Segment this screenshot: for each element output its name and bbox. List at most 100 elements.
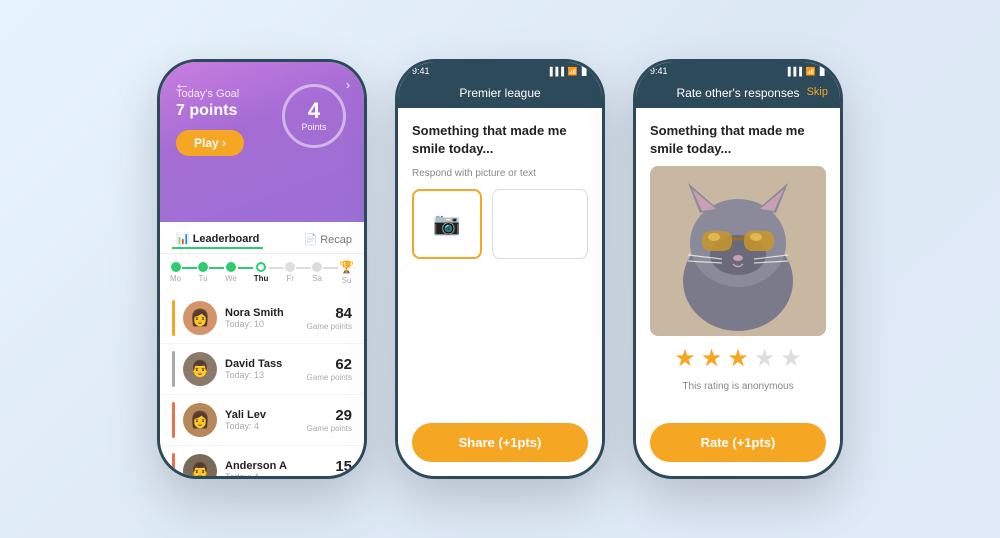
back-arrow-icon[interactable]: ←: [174, 76, 190, 94]
user-today-1: Today: 10: [225, 319, 299, 329]
streak-line-5: [296, 267, 311, 269]
cat-image: [650, 166, 826, 336]
battery-icon-3: ▊: [820, 67, 826, 76]
rate-button[interactable]: Rate (+1pts): [650, 423, 826, 462]
user-score-3: 29 Game points: [307, 407, 352, 433]
avatar-4: 👨: [183, 454, 217, 479]
star-1[interactable]: ★: [674, 344, 696, 373]
camera-icon: 📷: [433, 211, 460, 237]
user-today-3: Today: 4: [225, 421, 299, 431]
table-row: 👨 David Tass Today: 13 62 Game points: [160, 344, 364, 395]
star-5[interactable]: ★: [780, 344, 802, 373]
star-3[interactable]: ★: [727, 344, 749, 373]
phone-1: ← › Today's Goal 7 points Play › 4 Point…: [157, 59, 367, 479]
streak-day-su: 🏆 Su: [339, 260, 354, 285]
tab-recap[interactable]: 📄 Recap: [304, 233, 353, 246]
score-label-4: Game points: [307, 475, 352, 479]
streak-day-tu: Tu: [198, 262, 208, 283]
user-score-1: 84 Game points: [307, 305, 352, 331]
streak-line-1: [182, 267, 197, 269]
phone2-input-area: 📷: [412, 189, 588, 259]
play-button[interactable]: Play ›: [176, 130, 244, 156]
streak-day-fr: Fr: [285, 262, 295, 283]
rank-bar-3: [172, 402, 175, 438]
streak-day-thu: Thu: [254, 262, 269, 283]
score-label-2: Game points: [307, 373, 352, 382]
user-info-2: David Tass Today: 13: [225, 358, 299, 380]
wifi-icon-3: 📶: [806, 67, 816, 76]
star-rating[interactable]: ★ ★ ★ ★ ★: [650, 344, 826, 373]
phone3-nav: Rate other's responses Skip: [636, 80, 840, 108]
streak-line-3: [238, 267, 253, 269]
rank-bar-4: [172, 453, 175, 479]
status-icons-2: ▐▐▐ 📶 ▊: [547, 67, 588, 76]
phone2-sub-label: Respond with picture or text: [412, 168, 588, 179]
table-row: 👩 Yali Lev Today: 4 29 Game points: [160, 395, 364, 446]
avatar-1: 👩: [183, 301, 217, 335]
camera-button[interactable]: 📷: [412, 189, 482, 259]
star-4[interactable]: ★: [754, 344, 776, 373]
signal-icon: ▐▐▐: [547, 67, 564, 76]
score-number-4: 15: [307, 458, 352, 475]
status-bar-3: 9:41 ▐▐▐ 📶 ▊: [636, 62, 840, 80]
points-circle: 4 Points: [282, 84, 346, 148]
streak-line-6: [323, 267, 338, 269]
phone-2: 9:41 ▐▐▐ 📶 ▊ Premier league Something th…: [395, 59, 605, 479]
avatar-2: 👨: [183, 352, 217, 386]
streak-line-2: [209, 267, 224, 269]
user-today-4: Today: 4: [225, 472, 299, 479]
leaderboard-list: 👩 Nora Smith Today: 10 84 Game points 👨 …: [160, 289, 364, 479]
status-bar-2: 9:41 ▐▐▐ 📶 ▊: [398, 62, 602, 80]
leaderboard-icon: 📊: [176, 232, 190, 245]
signal-icon-3: ▐▐▐: [785, 67, 802, 76]
text-input[interactable]: [492, 189, 588, 259]
points-number: 4: [308, 100, 320, 122]
cat-svg: [658, 171, 818, 331]
wifi-icon: 📶: [568, 67, 578, 76]
score-number-1: 84: [307, 305, 352, 322]
skip-button[interactable]: Skip: [807, 86, 828, 98]
battery-icon: ▊: [582, 67, 588, 76]
score-label-3: Game points: [307, 424, 352, 433]
recap-tab-label: Recap: [320, 234, 352, 246]
status-time-3: 9:41: [650, 66, 668, 76]
streak-line-4: [269, 267, 284, 269]
avatar-3: 👩: [183, 403, 217, 437]
status-time-2: 9:41: [412, 66, 430, 76]
phone2-nav: Premier league: [398, 80, 602, 108]
user-info-3: Yali Lev Today: 4: [225, 409, 299, 431]
star-2[interactable]: ★: [701, 344, 723, 373]
points-label: Points: [301, 122, 326, 132]
streak-row: Mo Tu We Thu Fr: [160, 254, 364, 289]
phone1-header: ← › Today's Goal 7 points Play › 4 Point…: [160, 62, 364, 222]
streak-dot-we: [226, 262, 236, 272]
user-today-2: Today: 13: [225, 370, 299, 380]
tabs-bar: 📊 Leaderboard 📄 Recap: [160, 222, 364, 254]
user-info-4: Anderson A Today: 4: [225, 460, 299, 479]
tab-leaderboard[interactable]: 📊 Leaderboard: [172, 230, 263, 249]
recap-icon: 📄: [304, 233, 318, 246]
table-row: 👩 Nora Smith Today: 10 84 Game points: [160, 293, 364, 344]
streak-day-mo: Mo: [170, 262, 181, 283]
score-number-3: 29: [307, 407, 352, 424]
user-name-3: Yali Lev: [225, 409, 299, 421]
user-name-4: Anderson A: [225, 460, 299, 472]
anon-label: This rating is anonymous: [650, 381, 826, 392]
share-button[interactable]: Share (+1pts): [412, 423, 588, 462]
phone2-body: Something that made me smile today... Re…: [398, 108, 602, 476]
rank-bar-1: [172, 300, 175, 336]
leaderboard-tab-label: Leaderboard: [193, 233, 260, 245]
user-name-2: David Tass: [225, 358, 299, 370]
streak-day-sa: Sa: [312, 262, 322, 283]
phone3-body: Something that made me smile today...: [636, 108, 840, 476]
forward-arrow-icon[interactable]: ›: [346, 78, 350, 92]
streak-dot-fr: [285, 262, 295, 272]
phone2-nav-title: Premier league: [459, 86, 540, 100]
streak-dot-mo: [171, 262, 181, 272]
phone2-question: Something that made me smile today...: [412, 122, 588, 158]
phone-3: 9:41 ▐▐▐ 📶 ▊ Rate other's responses Skip…: [633, 59, 843, 479]
user-score-2: 62 Game points: [307, 356, 352, 382]
rank-bar-2: [172, 351, 175, 387]
status-icons-3: ▐▐▐ 📶 ▊: [785, 67, 826, 76]
streak-day-we: We: [225, 262, 237, 283]
